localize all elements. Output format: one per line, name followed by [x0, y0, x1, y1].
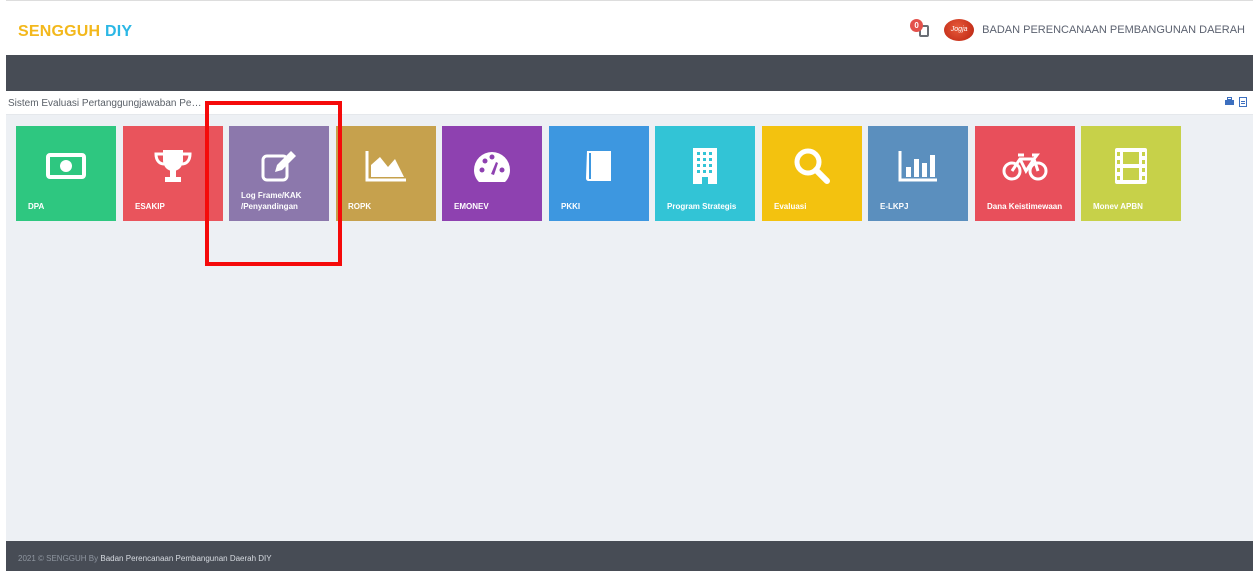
print-icon[interactable]	[1225, 97, 1234, 106]
avatar[interactable]: Jogja	[944, 19, 975, 41]
bicycle-icon	[975, 148, 1075, 184]
navbar	[6, 55, 1253, 91]
area-chart-icon	[336, 148, 436, 184]
tile-esakip[interactable]: ESAKIP	[123, 126, 223, 221]
app-frame: SENGGUH DIY 0 Jogja BADAN PERENCANAAN PE…	[6, 0, 1253, 571]
tile-program-strategis[interactable]: Program Strategis	[655, 126, 755, 221]
main-content: Sistem Evaluasi Pertanggungjawaban Pe… D…	[6, 91, 1253, 541]
trophy-icon	[123, 148, 223, 184]
tile-evaluasi[interactable]: Evaluasi	[762, 126, 862, 221]
footer: 2021 © SENGGUH By Badan Perencanaan Pemb…	[6, 541, 1253, 571]
tile-label: E-LKPJ	[880, 202, 909, 211]
tile-pkki[interactable]: PKKI	[549, 126, 649, 221]
tile-label: EMONEV	[454, 202, 489, 211]
footer-text: 2021 © SENGGUH By Badan Perencanaan Pemb…	[18, 554, 272, 563]
brand-logo[interactable]: SENGGUH DIY	[18, 23, 132, 41]
tile-label: ESAKIP	[135, 202, 165, 211]
tile-emonev[interactable]: EMONEV	[442, 126, 542, 221]
tile-label: Monev APBN	[1093, 202, 1143, 211]
money-bill-icon	[16, 148, 116, 184]
top-header: SENGGUH DIY 0 Jogja BADAN PERENCANAAN PE…	[6, 0, 1253, 55]
notification-button[interactable]: 0	[910, 19, 932, 41]
tile-dpa[interactable]: DPA	[16, 126, 116, 221]
search-icon	[762, 148, 862, 184]
breadcrumb: Sistem Evaluasi Pertanggungjawaban Pe…	[8, 98, 202, 109]
org-name[interactable]: BADAN PERENCANAAN PEMBANGUNAN DAERAH	[982, 24, 1245, 36]
book-icon	[549, 148, 649, 184]
brand-part1: SENGGUH	[18, 23, 101, 40]
header-right: 0 Jogja BADAN PERENCANAAN PEMBANGUNAN DA…	[910, 19, 1245, 41]
tile-label: Dana Keistimewaan	[987, 202, 1063, 211]
bar-chart-icon	[868, 148, 968, 184]
tile-label: PKKI	[561, 202, 581, 211]
footer-copyright: 2021 © SENGGUH By	[18, 554, 101, 563]
footer-org: Badan Perencanaan Pembangunan Daerah DIY	[100, 554, 272, 563]
dashboard-icon	[442, 148, 542, 184]
tile-dana-keistimewaan[interactable]: Dana Keistimewaan	[975, 126, 1075, 221]
tile-ropk[interactable]: ROPK	[336, 126, 436, 221]
brand-part2: DIY	[104, 23, 133, 40]
film-icon	[1081, 148, 1181, 184]
tile-label: DPA	[28, 202, 45, 211]
tile-e-lkpj[interactable]: E-LKPJ	[868, 126, 968, 221]
tile-label: Program Strategis	[667, 202, 737, 211]
tile-label: Evaluasi	[774, 202, 807, 211]
building-icon	[655, 148, 755, 184]
tile-log-frame[interactable]: Log Frame/KAK /Penyandingan	[229, 126, 329, 221]
tile-label: Log Frame/KAK /Penyandingan	[241, 191, 302, 211]
tile-label: ROPK	[348, 202, 372, 211]
page-tools	[1225, 97, 1247, 107]
export-icon[interactable]	[1239, 97, 1247, 107]
tile-monev-apbn[interactable]: Monev APBN	[1081, 126, 1181, 221]
breadcrumb-bar: Sistem Evaluasi Pertanggungjawaban Pe…	[6, 91, 1253, 115]
edit-icon	[229, 148, 329, 184]
